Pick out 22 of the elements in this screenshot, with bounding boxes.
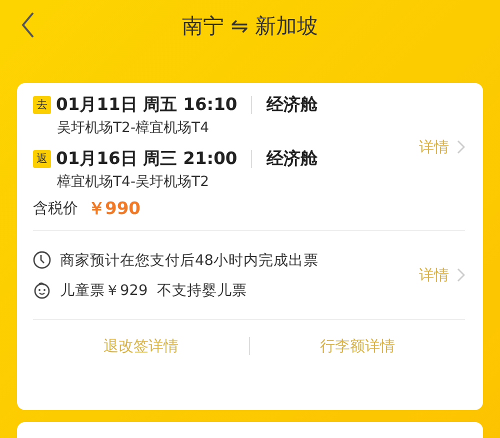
footer-link[interactable]: 退改签详情 — [33, 336, 248, 356]
cabin-class: 经济舱 — [266, 94, 318, 116]
flight-route: 樟宜机场T4-吴圩机场T2 — [57, 173, 210, 191]
trip-badge: 返 — [33, 150, 51, 168]
chevron-icon — [457, 268, 465, 282]
details-link[interactable]: 详情 — [419, 266, 465, 284]
chevron-icon — [457, 140, 465, 154]
page-title: 南宁 ⇋ 新加坡 — [182, 13, 318, 40]
price-label: 含税价 — [33, 199, 78, 218]
price: ￥990 — [88, 198, 140, 220]
note-text: 儿童票￥929 不支持婴儿票 — [60, 282, 247, 300]
details-link[interactable]: 详情 — [419, 138, 465, 156]
cabin-class: 经济舱 — [266, 148, 318, 170]
trip-badge: 去 — [33, 96, 51, 114]
flight-route: 吴圩机场T2-樟宜机场T4 — [57, 119, 210, 137]
flight-datetime: 01月11日 周五 16:10 — [56, 94, 238, 116]
child-face-icon — [33, 281, 51, 299]
footer-link[interactable]: 行李额详情 — [250, 336, 465, 356]
flight-datetime: 01月16日 周三 21:00 — [56, 148, 238, 170]
note-text: 商家预计在您支付后48小时内完成出票 — [60, 252, 318, 270]
clock-icon — [33, 251, 51, 269]
back-icon[interactable] — [21, 12, 35, 38]
